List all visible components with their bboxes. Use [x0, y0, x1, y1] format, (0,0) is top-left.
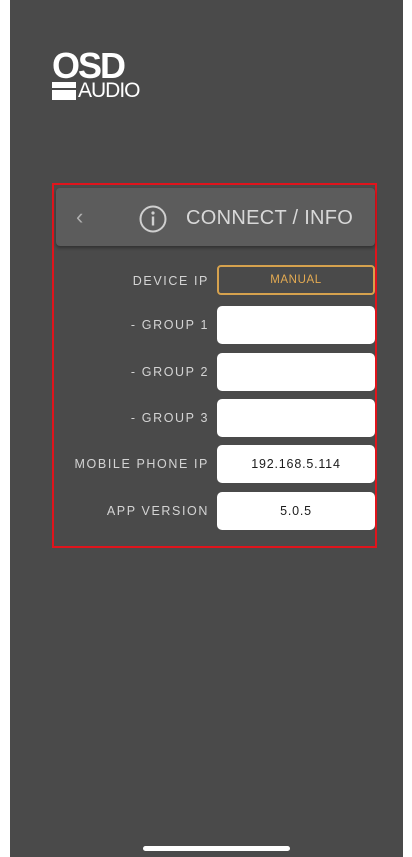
manual-button[interactable]: MANUAL: [217, 265, 375, 295]
group-2-row: - GROUP 2: [56, 353, 375, 391]
logo-audio-text: AUDIO: [78, 79, 141, 102]
group-2-label: - GROUP 2: [130, 365, 209, 379]
info-circle-icon: [139, 205, 167, 233]
group-1-row: - GROUP 1: [56, 306, 375, 344]
back-button[interactable]: ‹: [76, 202, 96, 232]
group-1-field[interactable]: [217, 306, 375, 344]
group-3-field[interactable]: [217, 399, 375, 437]
mobile-phone-ip-label: MOBILE PHONE IP: [74, 457, 209, 471]
chevron-left-icon: ‹: [76, 204, 84, 229]
group-3-label: - GROUP 3: [130, 411, 209, 425]
header-bar: ‹ CONNECT / INFO: [56, 188, 375, 246]
mobile-phone-ip-row: MOBILE PHONE IP 192.168.5.114: [56, 445, 375, 483]
group-2-field[interactable]: [217, 353, 375, 391]
app-version-value: 5.0.5: [217, 492, 375, 530]
app-version-label: APP VERSION: [106, 504, 209, 518]
home-indicator[interactable]: [143, 846, 290, 851]
device-ip-label: DEVICE IP: [132, 274, 209, 288]
group-1-label: - GROUP 1: [130, 318, 209, 332]
mobile-phone-ip-value: 192.168.5.114: [217, 445, 375, 483]
page-title: CONNECT / INFO: [186, 207, 354, 229]
device-ip-row: DEVICE IP MANUAL: [56, 262, 375, 300]
osd-audio-logo: OSD AUDIO: [52, 46, 152, 102]
app-screen: OSD AUDIO ‹ CONNECT / INFO DEVICE IP MAN…: [10, 0, 403, 857]
group-3-row: - GROUP 3: [56, 399, 375, 437]
app-version-row: APP VERSION 5.0.5: [56, 492, 375, 530]
